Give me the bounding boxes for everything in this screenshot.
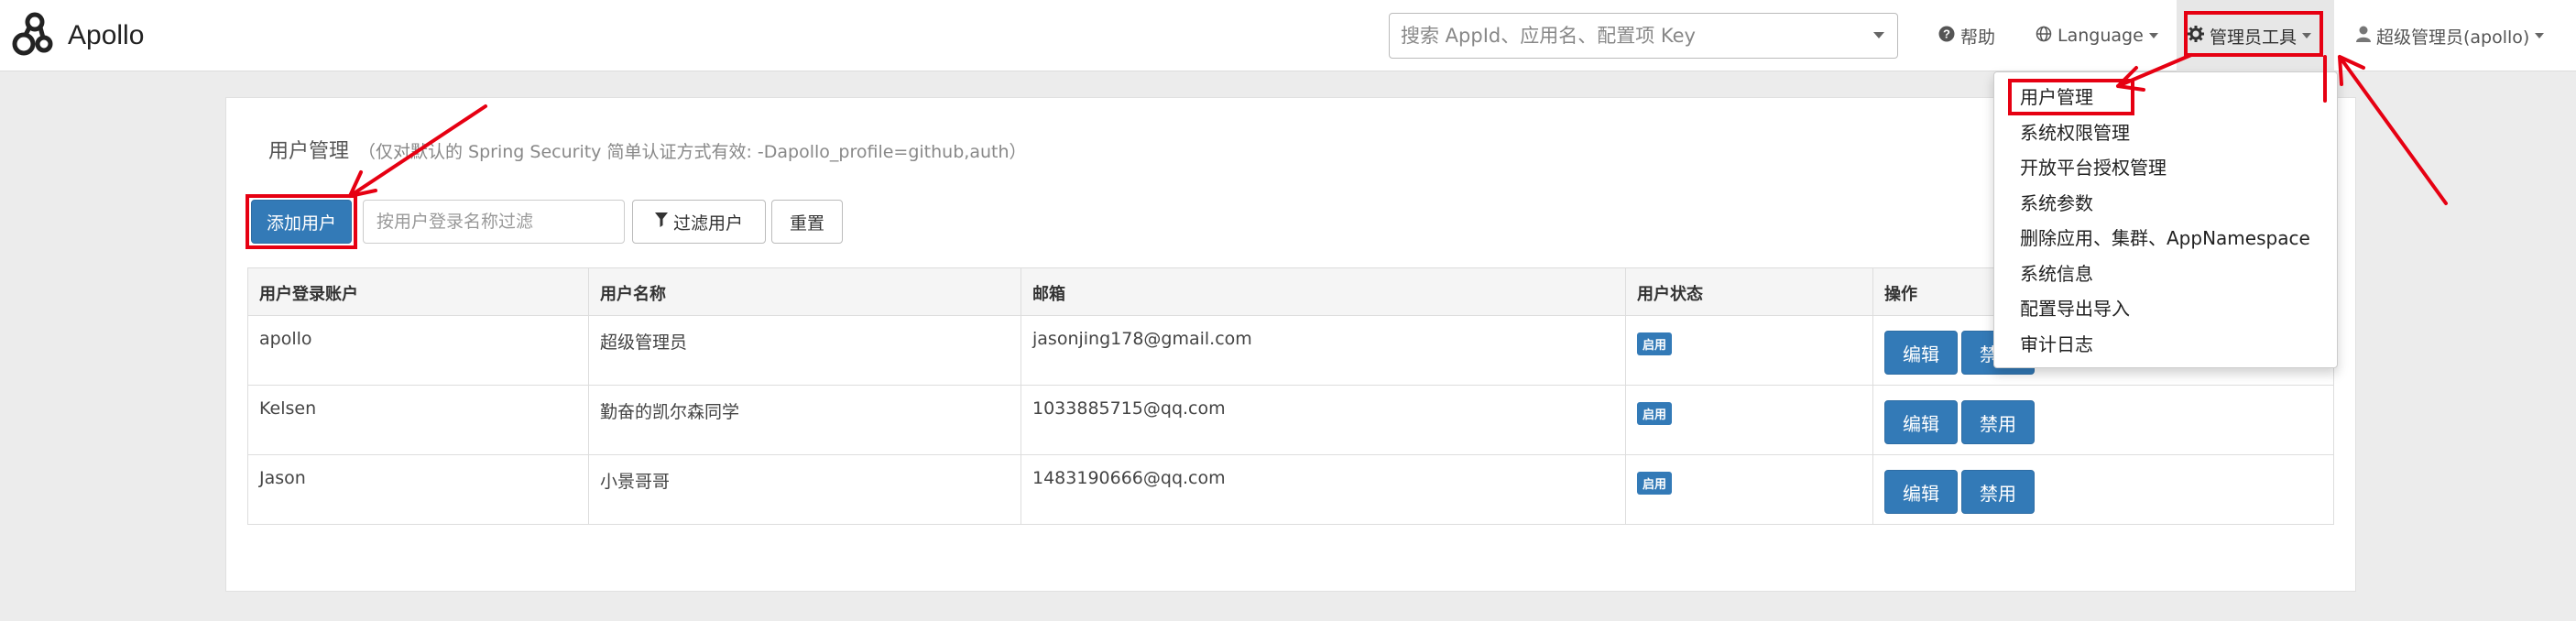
status-badge: 启用: [1637, 472, 1673, 495]
user-filter-input[interactable]: [364, 201, 624, 243]
menu-item-delete-app[interactable]: 删除应用、集群、AppNamespace: [1994, 221, 2337, 256]
apollo-logo-icon: [9, 9, 62, 62]
menu-item-system-info[interactable]: 系统信息: [1994, 256, 2337, 292]
column-header-email[interactable]: 邮箱: [1021, 267, 1626, 316]
admin-tools-highlight: [2184, 11, 2323, 57]
chevron-down-icon: [2535, 33, 2545, 38]
menu-item-system-params[interactable]: 系统参数: [1994, 186, 2337, 222]
cell-name: 超级管理员: [588, 315, 1021, 386]
table-row: Kelsen 勤奋的凯尔森同学 1033885715@qq.com 启用 编辑禁…: [247, 385, 2334, 455]
user-label: 超级管理员(apollo): [2376, 27, 2530, 48]
cell-status: 启用: [1625, 315, 1873, 386]
cell-email: 1033885715@qq.com: [1021, 385, 1626, 455]
page-title: 用户管理 （仅对默认的 Spring Security 简单认证方式有效: -Da…: [268, 135, 1027, 164]
chevron-down-icon: [2148, 33, 2158, 38]
filter-users-button[interactable]: 过滤用户: [632, 200, 766, 244]
help-link[interactable]: ? 帮助: [1938, 0, 1995, 71]
language-menu[interactable]: Language: [2036, 0, 2158, 71]
menu-item-audit-log[interactable]: 审计日志: [1994, 327, 2337, 363]
edit-button[interactable]: 编辑: [1884, 470, 1958, 514]
disable-button[interactable]: 禁用: [1961, 470, 2035, 514]
status-badge: 启用: [1637, 402, 1673, 425]
menu-item-open-platform-auth[interactable]: 开放平台授权管理: [1994, 150, 2337, 186]
cell-name: 小景哥哥: [588, 454, 1021, 525]
column-header-name[interactable]: 用户名称: [588, 267, 1021, 316]
search-dropdown-icon[interactable]: [1873, 32, 1884, 38]
admin-tools-dropdown: 用户管理 系统权限管理 开放平台授权管理 系统参数 删除应用、集群、AppNam…: [1993, 71, 2338, 368]
page-title-text: 用户管理: [268, 140, 350, 163]
column-header-status[interactable]: 用户状态: [1625, 267, 1873, 316]
table-row: Jason 小景哥哥 1483190666@qq.com 启用 编辑 禁用: [247, 454, 2334, 525]
cell-email: jasonjing178@gmail.com: [1021, 315, 1626, 386]
menu-item-config-export-import[interactable]: 配置导出导入: [1994, 291, 2337, 327]
brand-name: Apollo: [68, 20, 145, 50]
page-title-note: （仅对默认的 Spring Security 简单认证方式有效: -Dapoll…: [358, 142, 1027, 162]
cell-status: 启用: [1625, 454, 1873, 525]
cell-status: 启用: [1625, 385, 1873, 455]
user-menu[interactable]: 超级管理员(apollo): [2356, 0, 2545, 71]
cell-login: Jason: [247, 454, 589, 525]
brand[interactable]: Apollo: [9, 11, 144, 60]
disable-button[interactable]: 禁用: [1961, 400, 2035, 444]
globe-icon: [2036, 26, 2052, 47]
help-label: 帮助: [1960, 27, 1996, 48]
cell-login: apollo: [247, 315, 589, 386]
menu-item-system-permissions[interactable]: 系统权限管理: [1994, 115, 2337, 151]
cell-login: Kelsen: [247, 385, 589, 455]
reset-label: 重置: [789, 212, 824, 234]
question-circle-icon: ?: [1938, 26, 1955, 47]
filter-icon: [654, 212, 668, 232]
status-badge: 启用: [1637, 332, 1673, 355]
cell-name: 勤奋的凯尔森同学: [588, 385, 1021, 455]
user-filter-box[interactable]: [363, 200, 625, 244]
svg-text:?: ?: [1943, 27, 1950, 40]
user-management-menu-highlight: [2008, 79, 2134, 115]
search-box[interactable]: [1389, 13, 1898, 59]
user-icon: [2356, 26, 2371, 47]
language-label: Language: [2058, 26, 2144, 46]
reset-button[interactable]: 重置: [771, 200, 843, 244]
column-header-login[interactable]: 用户登录账户: [247, 267, 589, 316]
cell-actions: 编辑禁用: [1872, 454, 2334, 525]
cell-email: 1483190666@qq.com: [1021, 454, 1626, 525]
search-input[interactable]: [1390, 14, 1897, 58]
add-user-highlight: [246, 194, 357, 249]
edit-button[interactable]: 编辑: [1884, 400, 1958, 444]
cell-actions: 编辑禁用: [1872, 385, 2334, 455]
edit-button[interactable]: 编辑: [1884, 331, 1958, 375]
filter-users-label: 过滤用户: [672, 212, 743, 234]
